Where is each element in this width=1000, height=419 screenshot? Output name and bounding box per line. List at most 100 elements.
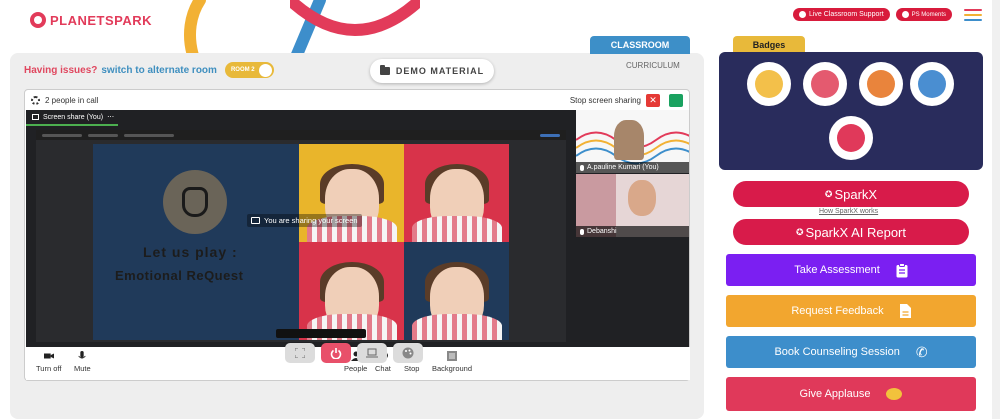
monitor-icon — [32, 114, 39, 120]
give-applause-button[interactable]: Give Applause — [726, 377, 976, 411]
palette-icon — [402, 347, 414, 359]
badges-title: Badges — [733, 36, 805, 53]
live-support-label: Live Classroom Support — [808, 11, 884, 18]
top-right-actions: Live Classroom Support PS Moments — [792, 8, 982, 21]
request-feedback-label: Request Feedback — [791, 305, 884, 317]
room-label: ROOM 2 — [230, 67, 255, 73]
camera-icon — [43, 353, 54, 359]
menu-icon[interactable] — [964, 8, 982, 21]
page-scrollbar[interactable] — [992, 0, 1000, 419]
background-decoration-top — [290, 0, 420, 36]
camera-button[interactable]: Turn off — [36, 351, 61, 373]
sparkx-ai-report-button[interactable]: ✪ SparkX AI Report — [733, 219, 969, 245]
screen-button[interactable] — [357, 343, 387, 363]
participant-tile[interactable]: A.pauline Kumari (You) — [576, 110, 689, 173]
star-badge-icon[interactable] — [910, 62, 954, 106]
shared-screen: Let us play : Emotional ReQuest — [36, 130, 566, 342]
folder-icon — [379, 65, 390, 75]
layout-icon[interactable] — [669, 93, 683, 107]
take-assessment-button[interactable]: Take Assessment — [726, 254, 976, 286]
more-icon[interactable]: ⋯ — [107, 113, 114, 121]
stop-label: Stop — [404, 364, 420, 373]
book-counseling-label: Book Counseling Session — [774, 346, 900, 358]
ps-moments-button[interactable]: PS Moments — [895, 8, 952, 21]
screen-share-stage: Screen share (You) ⋯ Let us play : Emoti… — [26, 110, 576, 347]
mute-button[interactable]: Mute — [74, 351, 91, 373]
how-sparkx-link[interactable]: How SparkX works — [819, 208, 878, 215]
tab-curriculum[interactable]: CURRICULUM — [626, 61, 680, 70]
rocket-badge-icon[interactable] — [859, 62, 903, 106]
book-counseling-button[interactable]: Book Counseling Session ✆ — [726, 336, 976, 368]
child-photo — [299, 242, 404, 340]
presentation-slide: Let us play : Emotional ReQuest — [93, 144, 509, 340]
sparkx-button[interactable]: ✪ SparkX — [733, 181, 969, 207]
video-call-window: 2 people in call Stop screen sharing ✕ S… — [24, 89, 690, 381]
slide-title-area: Let us play : Emotional ReQuest — [93, 144, 299, 340]
sparkx-icon: ✪ — [824, 188, 833, 199]
screen-share-label: Screen share (You) — [43, 113, 104, 121]
ps-moments-label: PS Moments — [911, 11, 946, 18]
gear-icon[interactable] — [31, 95, 40, 105]
participant-name: A.pauline Kumari (You) — [587, 164, 659, 171]
participant-label: Debanshi — [576, 226, 689, 237]
tab-classroom[interactable]: CLASSROOM — [590, 36, 690, 54]
participant-avatar — [628, 180, 656, 216]
trophy-badge-icon[interactable] — [747, 62, 791, 106]
document-icon — [899, 304, 911, 318]
champion-badge-icon[interactable] — [803, 62, 847, 106]
slide-controls[interactable] — [276, 329, 366, 338]
clap-icon — [886, 388, 903, 400]
people-count: 2 people in call — [45, 95, 99, 105]
child-photo — [404, 242, 509, 340]
room-toggle[interactable]: ROOM 2 — [224, 62, 274, 78]
live-support-button[interactable]: Live Classroom Support — [792, 8, 890, 21]
mic-icon — [580, 228, 584, 235]
logo-icon — [30, 12, 46, 28]
stop-sharing-button[interactable]: ✕ — [646, 93, 660, 107]
fullscreen-icon — [295, 348, 305, 358]
end-class-button[interactable] — [321, 343, 351, 363]
sharing-message: You are sharing your screen — [264, 216, 358, 225]
turn-off-label: Turn off — [36, 364, 62, 373]
participant-name: Debanshi — [587, 228, 617, 235]
sparkx-ai-icon: ✪ — [796, 226, 804, 237]
clipboard-icon — [896, 262, 908, 277]
classroom-panel: CLASSROOM CURRICULUM Having issues? swit… — [10, 36, 704, 419]
participant-column: A.pauline Kumari (You) Debanshi — [576, 110, 689, 347]
live-icon — [798, 11, 806, 18]
fullscreen-button[interactable] — [285, 343, 315, 363]
demo-material-button[interactable]: DEMO MATERIAL — [370, 59, 494, 83]
background-button[interactable]: Background — [432, 351, 472, 373]
screen-share-header: Screen share (You) ⋯ — [26, 110, 118, 126]
demo-material-label: DEMO MATERIAL — [395, 66, 485, 76]
request-feedback-button[interactable]: Request Feedback — [726, 295, 976, 327]
power-icon — [330, 348, 342, 359]
screen-icon — [251, 217, 260, 224]
connection-issue-bar: Having issues? switch to alternate room … — [24, 62, 274, 78]
issue-text: Having issues? — [24, 64, 98, 76]
alternate-room-link[interactable]: switch to alternate room — [101, 65, 217, 76]
people-label: People — [344, 364, 368, 373]
slide-line-2: Emotional ReQuest — [115, 268, 244, 283]
slide-photo-column-2 — [404, 144, 509, 340]
stop-sharing-label: Stop screen sharing — [569, 95, 641, 105]
call-header: 2 people in call Stop screen sharing ✕ — [25, 90, 689, 110]
badges-panel — [719, 52, 983, 170]
mask-badge-icon[interactable] — [829, 116, 873, 160]
give-applause-label: Give Applause — [799, 388, 871, 400]
toggle-knob — [258, 63, 272, 77]
laptop-icon — [366, 348, 378, 358]
take-assessment-label: Take Assessment — [794, 264, 880, 276]
participant-tile[interactable]: Debanshi — [576, 174, 689, 237]
mic-icon — [580, 164, 584, 171]
planetspark-logo[interactable]: PLANETSPARK — [30, 12, 152, 28]
theme-button[interactable] — [393, 343, 423, 363]
emotion-emblem-icon — [163, 170, 227, 234]
sparkx-ai-label: SparkX AI Report — [805, 224, 906, 240]
background-label: Background — [432, 364, 473, 373]
sparkx-label: SparkX — [834, 186, 878, 202]
chat-label: Chat — [375, 364, 391, 373]
slide-photo-column-1 — [299, 144, 404, 340]
shared-browser-bar — [36, 130, 566, 140]
participant-avatar — [614, 120, 644, 160]
